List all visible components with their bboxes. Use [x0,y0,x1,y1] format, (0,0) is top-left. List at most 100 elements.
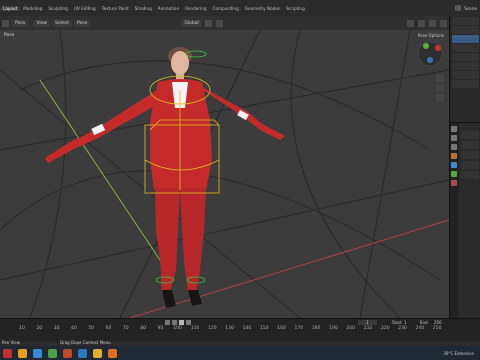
shading-material-icon[interactable] [440,19,447,27]
camera-icon [436,94,444,102]
orientation-dropdown[interactable]: Global [181,19,202,27]
character-model [45,47,285,308]
property-row[interactable] [461,131,479,139]
property-row[interactable] [461,171,479,179]
timeline-tick-label: 250 [432,326,442,331]
tab-geometry-nodes[interactable]: Geometry Nodes [242,6,283,11]
output-icon[interactable] [451,144,457,150]
tab-sculpting[interactable]: Sculpting [45,6,71,11]
tab-shading[interactable]: Shading [132,6,155,11]
grid-arc [290,30,401,318]
property-row[interactable] [461,141,479,149]
timeline-tick-label: 30 [53,326,60,331]
timeline-tick-label: 120 [208,326,217,331]
view-menu[interactable]: View [33,19,51,27]
workspace-tabs-bar: Layout Modeling Sculpting UV Editing Tex… [0,0,480,16]
timeline-tick-label: 190 [329,326,338,331]
folder-icon[interactable] [93,348,102,358]
right-shoe [188,290,202,306]
app-icon-red[interactable] [3,348,12,358]
app-icon-edge[interactable] [78,348,87,358]
scene-icon[interactable] [455,5,462,11]
xray-icon[interactable] [418,19,425,27]
left-arm [45,88,162,163]
timeline-ruler[interactable]: 10 20 30 40 50 60 70 80 90 100 110 120 130 140 150 160 1… [0,326,449,334]
left-shoe [162,290,176,308]
app-icon-orange[interactable] [63,348,72,358]
timeline-tick-label: 150 [259,326,269,331]
select-menu[interactable]: Select [52,19,72,27]
outliner-row[interactable] [452,17,479,25]
playback-controls [165,320,191,325]
timeline-tick-label: 180 [311,326,321,331]
snap-icon[interactable] [204,19,212,27]
timeline-tick-label: 90 [157,326,164,331]
left-leg [155,188,180,292]
app-icon-blue[interactable] [33,348,42,358]
grid-arc [0,170,441,281]
properties-panel [449,122,480,319]
tab-scripting[interactable]: Scripting [283,6,308,11]
property-row[interactable] [461,161,479,169]
outliner-row[interactable] [452,26,479,34]
timeline-tick-label: 130 [225,326,234,331]
pose-menu[interactable]: Pose [74,19,91,27]
property-row[interactable] [461,151,479,159]
app-icon-yellow[interactable] [18,348,27,358]
outliner-row-selected[interactable] [452,35,479,43]
shading-solid-icon[interactable] [429,19,436,27]
modifier-icon[interactable] [451,162,457,168]
outliner-panel [449,16,480,122]
tab-compositing[interactable]: Compositing [210,6,242,11]
proportional-icon[interactable] [215,19,223,27]
mode-selector[interactable]: Pose [12,19,29,27]
jump-end-icon[interactable] [186,320,191,325]
end-field[interactable]: 250 [434,320,442,325]
pan-icon [436,84,444,92]
timeline-tick-label: 110 [190,326,200,331]
tab-uv-editing[interactable]: UV Editing [71,6,99,11]
current-frame-field[interactable]: 1 [358,320,377,325]
app-icon-green[interactable] [48,348,57,358]
timeline-tick-label: 230 [398,326,407,331]
render-icon[interactable] [451,135,457,141]
play-reverse-icon[interactable] [172,320,177,325]
data-icon[interactable] [451,171,457,177]
material-icon[interactable] [451,180,457,186]
viewport-mode-label: Pose [4,33,15,38]
tab-modeling[interactable]: Modeling [20,6,45,11]
outliner-row[interactable] [452,62,479,70]
tab-texture-paint[interactable]: Texture Paint [99,6,132,11]
pose-options-button[interactable]: Pose Options [418,33,444,38]
editor-type-icon[interactable] [2,19,9,27]
3d-viewport[interactable] [0,30,449,318]
outliner-row[interactable] [452,53,479,61]
blender-icon[interactable] [108,348,117,358]
timeline-tick-label: 140 [242,326,252,331]
outliner-row[interactable] [452,71,479,79]
timeline-tick-label: 70 [122,326,129,331]
jump-start-icon[interactable] [165,320,170,325]
tab-animation[interactable]: Animation [155,6,182,11]
timeline-tick-label: 210 [363,326,373,331]
timeline-tick-label: 220 [381,326,390,331]
object-icon[interactable] [451,153,457,159]
outliner-row[interactable] [452,44,479,52]
os-taskbar: 30°C Extensive [0,346,480,360]
grid-arc [29,30,67,318]
viewport-header: Pose View Select Pose Global [0,16,449,30]
tool-icon[interactable] [451,126,457,132]
overlay-icon[interactable] [407,19,414,27]
timeline-tick-label: 160 [277,326,286,331]
start-label: Start [392,320,402,325]
start-field[interactable]: 1 [404,320,407,325]
tab-rendering[interactable]: Rendering [182,6,209,11]
grid-line [0,69,449,151]
timeline-tick-label: 60 [105,326,112,331]
gizmo-z [427,57,433,63]
timeline-tick-label: 100 [173,326,182,331]
outliner-row[interactable] [452,80,479,88]
play-icon[interactable] [179,320,184,325]
timeline-tick-label: 20 [36,326,43,331]
tab-layout[interactable]: Layout [0,5,21,11]
